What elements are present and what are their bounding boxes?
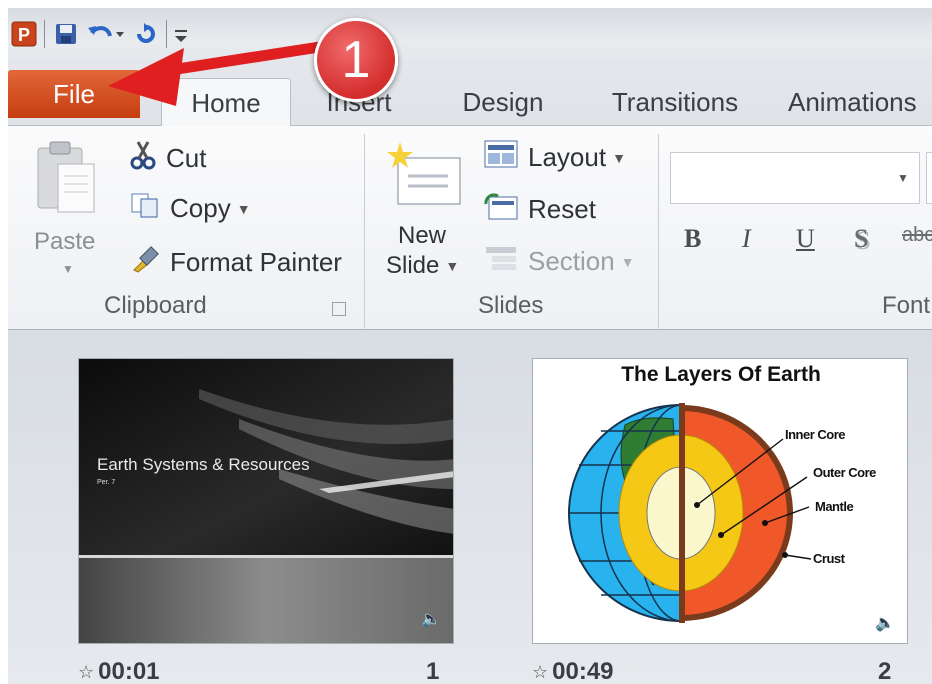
powerpoint-logo-icon[interactable]: P bbox=[10, 20, 38, 48]
font-group-label: Font bbox=[882, 292, 931, 319]
tab-design[interactable]: Design bbox=[438, 78, 568, 126]
tab-home[interactable]: Home bbox=[161, 78, 291, 127]
strikethrough-button[interactable]: abc bbox=[902, 224, 932, 247]
tab-home-label: Home bbox=[191, 87, 261, 118]
tab-file-label: File bbox=[53, 78, 95, 109]
tab-animations-label: Animations bbox=[788, 86, 917, 117]
label-crust: Crust bbox=[813, 551, 845, 566]
italic-button[interactable]: I bbox=[742, 224, 751, 254]
audio-speaker-icon: 🔈 bbox=[421, 611, 441, 628]
layout-icon bbox=[484, 140, 518, 175]
paste-button[interactable]: Paste ▼ bbox=[28, 134, 104, 284]
slide-1-background bbox=[79, 359, 453, 643]
slide-thumbnail-1[interactable]: Earth Systems & Resources Per. 7 🔈 bbox=[78, 358, 454, 644]
underline-button[interactable]: U bbox=[796, 224, 815, 254]
clipboard-group-label: Clipboard bbox=[104, 292, 207, 319]
copy-dropdown-icon: ▼ bbox=[236, 200, 251, 217]
step-callout-badge: 1 bbox=[314, 18, 398, 102]
quick-access-toolbar: P bbox=[8, 8, 932, 64]
paste-icon bbox=[37, 141, 95, 213]
new-slide-label-line1: New bbox=[398, 222, 447, 249]
svg-text:P: P bbox=[18, 25, 30, 45]
font-size-combobox[interactable] bbox=[926, 152, 932, 204]
undo-icon[interactable] bbox=[86, 20, 126, 48]
font-dropdown-arrow-icon: ▼ bbox=[897, 171, 909, 185]
reset-button[interactable]: Reset bbox=[484, 192, 596, 227]
slide-1-timing: ☆ 00:01 bbox=[78, 658, 160, 684]
reset-label: Reset bbox=[528, 194, 596, 224]
text-shadow-button[interactable]: S bbox=[854, 224, 868, 254]
tab-animations[interactable]: Animations bbox=[788, 78, 932, 126]
audio-speaker-icon: 🔈 bbox=[875, 615, 895, 632]
font-name-combobox[interactable]: ▼ bbox=[670, 152, 920, 204]
save-icon[interactable] bbox=[52, 20, 80, 48]
slide-2-title: The Layers Of Earth bbox=[621, 363, 821, 386]
transition-star-icon: ☆ bbox=[78, 661, 95, 682]
new-slide-icon bbox=[387, 142, 461, 205]
format-painter-button[interactable]: Format Painter bbox=[130, 244, 342, 281]
ribbon-home: Paste ▼ Cut Copy ▼ Format Painter Clipbo… bbox=[8, 126, 932, 330]
paintbrush-icon bbox=[130, 244, 160, 281]
new-slide-dropdown-icon: ▼ bbox=[445, 258, 460, 274]
label-inner-core: Inner Core bbox=[785, 427, 846, 442]
earth-layers-diagram bbox=[568, 403, 812, 623]
copy-button[interactable]: Copy ▼ bbox=[130, 192, 251, 225]
slide-2-timing: ☆ 00:49 bbox=[532, 658, 614, 684]
reset-icon bbox=[484, 192, 518, 227]
powerpoint-window: P File Home Insert Design Transitions An… bbox=[8, 8, 932, 684]
section-label: Section bbox=[528, 246, 615, 276]
paste-label: Paste bbox=[34, 228, 96, 255]
italic-label: I bbox=[742, 224, 751, 253]
paste-dropdown-arrow-icon: ▼ bbox=[62, 262, 74, 276]
group-divider bbox=[364, 134, 365, 330]
tab-transitions-label: Transitions bbox=[611, 86, 739, 117]
tab-transitions[interactable]: Transitions bbox=[590, 78, 760, 126]
copy-icon bbox=[130, 192, 160, 225]
toolbar-divider bbox=[166, 20, 167, 48]
bold-button[interactable]: B bbox=[684, 224, 701, 254]
text-shadow-label: S bbox=[854, 224, 869, 253]
section-dropdown-icon: ▼ bbox=[620, 253, 635, 270]
layout-dropdown-icon: ▼ bbox=[612, 149, 626, 166]
layout-label: Layout bbox=[528, 142, 607, 172]
customize-toolbar-icon[interactable] bbox=[170, 20, 192, 48]
scissors-icon bbox=[130, 140, 156, 177]
slide-1-time: 00:01 bbox=[98, 658, 160, 684]
new-slide-label-row: Slide ▼ bbox=[386, 252, 459, 280]
new-slide-label-line2: Slide bbox=[386, 252, 440, 279]
strikethrough-label: abc bbox=[902, 224, 932, 246]
layout-button[interactable]: Layout ▼ bbox=[484, 140, 626, 175]
section-icon bbox=[484, 244, 518, 279]
slide-2-time: 00:49 bbox=[552, 658, 614, 684]
cut-label: Cut bbox=[166, 143, 207, 173]
redo-icon[interactable] bbox=[132, 20, 160, 48]
copy-label: Copy bbox=[170, 193, 231, 223]
tab-file[interactable]: File bbox=[8, 70, 140, 118]
label-outer-core: Outer Core bbox=[813, 465, 876, 480]
transition-star-icon: ☆ bbox=[532, 661, 549, 682]
slides-group-label: Slides bbox=[478, 292, 544, 319]
new-slide-button[interactable]: New Slide ▼ bbox=[380, 134, 470, 286]
slide-1-number: 1 bbox=[426, 658, 440, 684]
cut-button[interactable]: Cut bbox=[130, 140, 206, 177]
slide-2-number: 2 bbox=[878, 658, 892, 684]
dialog-launcher-icon[interactable] bbox=[332, 302, 346, 316]
slide-sorter-view: Earth Systems & Resources Per. 7 🔈 ☆ 00:… bbox=[8, 330, 932, 684]
bold-label: B bbox=[684, 224, 702, 253]
ribbon-tabs: File Home Insert Design Transitions Anim… bbox=[8, 64, 932, 127]
underline-label: U bbox=[796, 224, 815, 253]
slide-1-title: Earth Systems & Resources bbox=[97, 455, 310, 474]
slide-thumbnail-2[interactable]: The Layers Of Earth Inner Core Outer Cor… bbox=[532, 358, 908, 644]
slide-1-subtitle: Per. 7 bbox=[97, 479, 116, 486]
format-painter-label: Format Painter bbox=[170, 247, 342, 277]
tab-design-label: Design bbox=[462, 86, 544, 117]
section-button[interactable]: Section ▼ bbox=[484, 244, 635, 279]
group-divider bbox=[658, 134, 659, 330]
toolbar-divider bbox=[44, 20, 45, 48]
label-mantle: Mantle bbox=[815, 499, 854, 514]
